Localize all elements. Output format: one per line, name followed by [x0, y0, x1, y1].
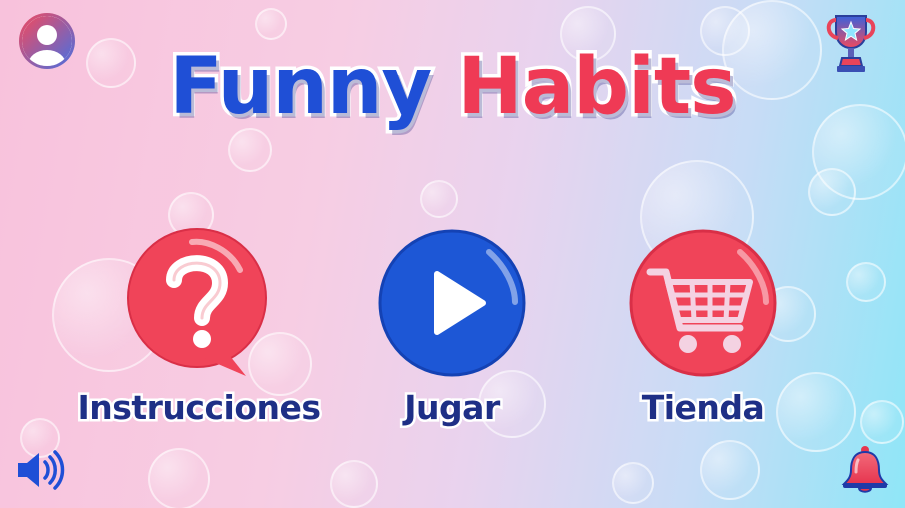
bubble — [808, 168, 856, 216]
bubble — [700, 440, 760, 500]
bubble — [228, 128, 272, 172]
shop-button[interactable]: Tienda — [583, 228, 823, 438]
sound-button[interactable] — [14, 448, 66, 492]
instructions-label: Instrucciones — [75, 386, 324, 430]
play-button[interactable]: Jugar — [332, 228, 572, 438]
game-title: Funny Habits — [0, 39, 905, 136]
bubble — [612, 462, 654, 504]
instructions-button[interactable]: Instrucciones — [75, 228, 324, 438]
question-bubble-icon — [127, 228, 267, 376]
bubble — [330, 460, 378, 508]
bubble — [255, 8, 287, 40]
shop-label: Tienda — [639, 386, 767, 430]
bubble — [148, 448, 210, 508]
bubble — [860, 400, 904, 444]
notification-button[interactable] — [840, 444, 890, 496]
title-word-funny: Funny — [166, 39, 436, 136]
bubble — [420, 180, 458, 218]
title-word-habits: Habits — [454, 39, 740, 136]
play-icon — [378, 229, 526, 377]
shopping-cart-icon — [629, 229, 777, 377]
play-icon-wrap — [377, 228, 527, 378]
notification-bell-icon — [841, 446, 889, 493]
sound-icon — [18, 450, 65, 490]
play-label: Jugar — [402, 386, 503, 430]
instructions-icon-wrap — [124, 228, 274, 378]
shop-icon-wrap — [628, 228, 778, 378]
bubble — [846, 262, 886, 302]
